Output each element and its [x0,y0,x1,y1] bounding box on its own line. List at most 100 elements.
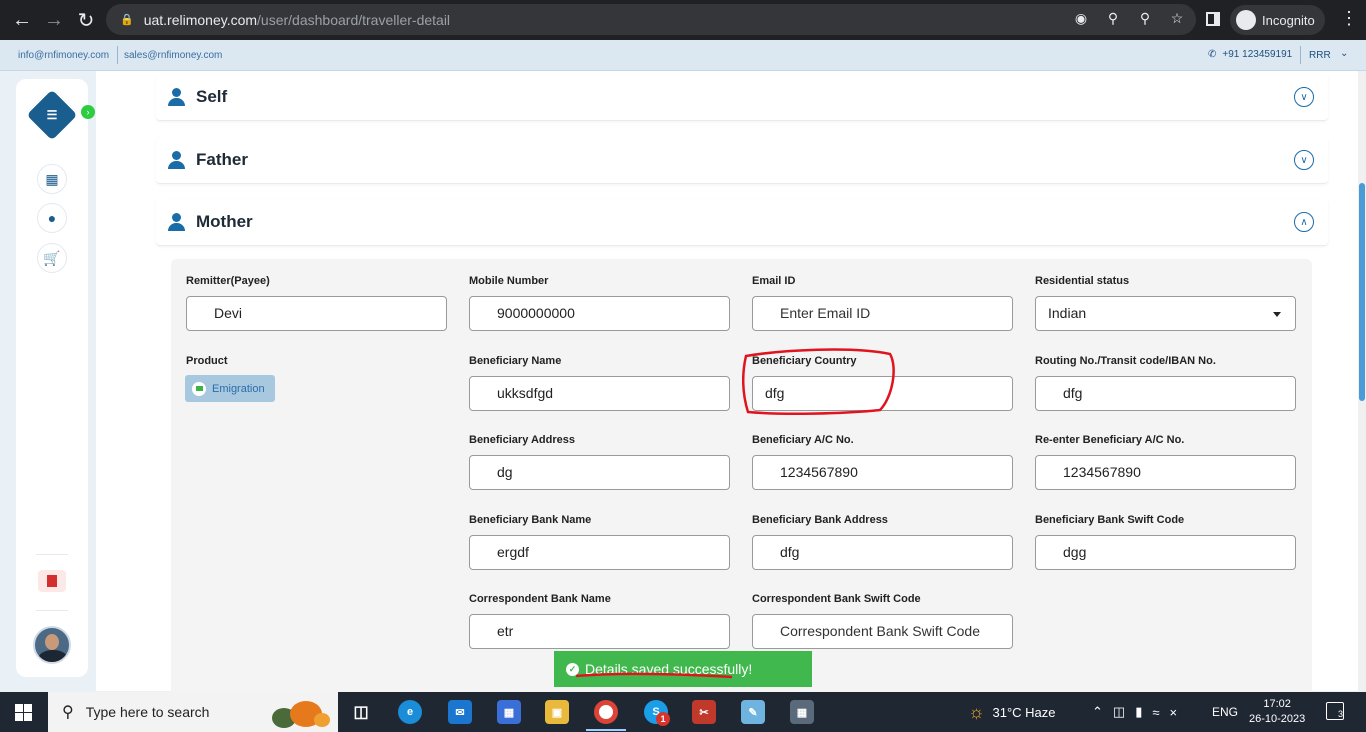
dashboard-icon[interactable]: ▦ [37,164,67,194]
routing-input[interactable]: dfg [1035,376,1296,411]
sales-email[interactable]: sales@rnfimoney.com [124,50,222,61]
residential-select[interactable]: Indian [1035,296,1296,331]
chrome-icon[interactable] [594,700,618,724]
bank-name-input[interactable]: ergdf [469,535,730,570]
product-field: Product [186,355,228,376]
forward-icon[interactable]: → [38,4,70,36]
account-name[interactable]: RRR [1309,50,1331,61]
zoom-icon[interactable]: ⚲ [1136,10,1154,27]
reenter-ac-input[interactable]: 1234567890 [1035,455,1296,490]
bank-name-field: Beneficiary Bank Name ergdf [469,514,730,570]
edge-icon[interactable]: e [398,700,422,724]
phone-number: +91 123459191 [1222,49,1293,60]
scrollbar-thumb[interactable] [1359,183,1365,401]
logout-icon[interactable] [38,570,66,592]
reload-icon[interactable]: ↻ [70,4,102,36]
swift-field: Beneficiary Bank Swift Code dgg [1035,514,1296,570]
beneficiary-address-input[interactable]: dg [469,455,730,490]
section-self[interactable]: Self ∨ [156,74,1328,121]
avatar[interactable] [33,626,71,664]
chevron-down-icon[interactable]: ∨ [1294,87,1314,107]
skype-badge: 1 [656,712,670,726]
phone-icon: ✆ [1208,49,1217,60]
product-chip-label: Emigration [212,382,265,395]
key-icon[interactable]: ⚲ [1104,10,1122,27]
file-explorer-icon[interactable]: ▣ [545,700,569,724]
battery-icon[interactable]: ▮ [1135,704,1142,720]
product-chip[interactable]: Emigration [185,375,275,402]
chevron-up-icon[interactable]: ⌃ [1092,704,1103,720]
corr-bank-input[interactable]: etr [469,614,730,649]
info-email[interactable]: info@rnfimoney.com [18,50,109,61]
tab-search-icon[interactable] [1206,12,1220,26]
section-mother[interactable]: Mother ∧ [156,199,1328,246]
browser-chrome: ← → ↻ 🔒 uat.relimoney.com/user/dashboard… [0,0,1366,40]
taskbar-search[interactable]: ⚲ Type here to search [48,692,338,732]
bank-address-input[interactable]: dfg [752,535,1013,570]
search-placeholder: Type here to search [85,704,210,720]
field-label: Correspondent Bank Swift Code [752,593,921,605]
incognito-icon [1236,10,1256,30]
windows-start-icon[interactable] [15,704,32,721]
section-father[interactable]: Father ∨ [156,137,1328,184]
beneficiary-ac-input[interactable]: 1234567890 [752,455,1013,490]
field-label: Beneficiary Bank Address [752,514,888,526]
field-label: Beneficiary Address [469,434,575,446]
browser-menu-icon[interactable]: ⋮ [1340,8,1358,29]
clock-time: 17:02 [1263,698,1291,710]
sidebar-toggle-icon[interactable]: › [81,105,95,119]
user-icon[interactable]: ● [37,203,67,233]
network-icon[interactable]: ◫ [1113,704,1125,720]
wifi-icon[interactable]: ≈ [1152,705,1159,720]
back-icon[interactable]: ← [6,4,38,36]
calculator-icon[interactable]: ▦ [790,700,814,724]
cart-icon[interactable]: 🛒 [37,243,67,273]
mobile-input[interactable]: 9000000000 [469,296,730,331]
url-path: /user/dashboard/traveller-detail [257,11,451,28]
language-indicator[interactable]: ENG [1212,692,1238,732]
incognito-badge[interactable]: Incognito [1230,5,1325,35]
chevron-down-icon[interactable]: ∨ [1294,150,1314,170]
sidebar: ☰ › ▦ ● 🛒 [16,79,95,677]
residential-selected: Indian [1048,305,1087,321]
field-label: Email ID [752,275,796,287]
field-label: Beneficiary A/C No. [752,434,854,446]
chevron-up-icon[interactable]: ∧ [1294,212,1314,232]
emigration-icon [192,381,206,396]
snipping-tool-icon[interactable]: ✂ [692,700,716,724]
weather-text: 31°C Haze [992,704,1056,720]
mail-icon[interactable]: ✉ [448,700,472,724]
task-view-icon[interactable]: ◫ [349,700,373,724]
divider [36,610,68,611]
location-icon[interactable]: ◉ [1072,10,1090,27]
volume-muted-icon[interactable]: × [1170,705,1178,720]
bookmark-star-icon[interactable]: ☆ [1168,10,1186,27]
lock-icon: 🔒 [120,14,134,26]
field-label: Residential status [1035,275,1130,287]
beneficiary-ac-field: Beneficiary A/C No. 1234567890 [752,434,1013,490]
scrollbar[interactable] [1358,71,1366,691]
clock[interactable]: 17:02 26-10-2023 [1249,697,1305,727]
logo-mark-icon: ☰ [46,108,58,122]
remitter-input[interactable]: Devi [186,296,447,331]
chevron-down-icon[interactable]: ⌄ [1340,48,1348,59]
store-icon[interactable]: ▦ [497,700,521,724]
corr-swift-input[interactable]: Correspondent Bank Swift Code [752,614,1013,649]
phone-contact[interactable]: ✆ +91 123459191 [1208,49,1292,60]
notes-icon[interactable]: ✎ [741,700,765,724]
field-label: Beneficiary Name [469,355,562,367]
divider [1300,46,1301,64]
beneficiary-name-input[interactable]: ukksdfgd [469,376,730,411]
notification-icon[interactable]: 3 [1326,702,1344,720]
email-input[interactable]: Enter Email ID [752,296,1013,331]
field-label: Re-enter Beneficiary A/C No. [1035,434,1185,446]
section-title: Mother [196,212,253,231]
active-app-indicator [586,729,626,731]
section-title: Father [196,150,248,169]
pumpkin-icon [272,701,330,728]
search-icon: ⚲ [62,704,74,721]
address-bar[interactable]: 🔒 uat.relimoney.com/user/dashboard/trave… [106,4,1196,35]
annotation-underline [575,672,733,679]
swift-input[interactable]: dgg [1035,535,1296,570]
weather-widget[interactable]: ☼ 31°C Haze [968,692,1056,732]
